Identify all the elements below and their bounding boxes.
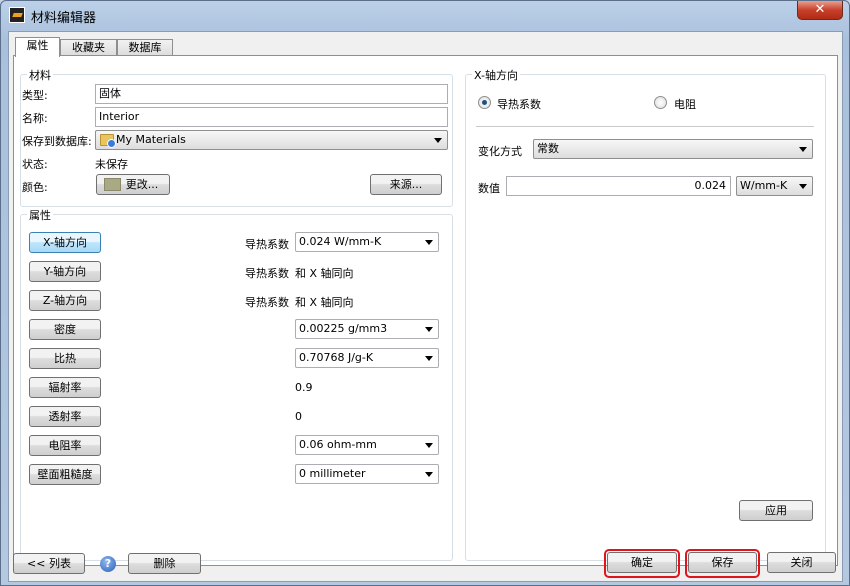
source-button[interactable]: 来源...: [370, 174, 442, 195]
properties-group-title: 属性: [27, 207, 53, 223]
conductivity-radio-label: 导热系数: [497, 98, 541, 111]
save-to-database-dropdown[interactable]: My Materials: [95, 130, 448, 150]
name-field[interactable]: Interior: [95, 107, 448, 127]
x-conductivity-dropdown[interactable]: 0.024 W/mm-K: [295, 232, 439, 252]
color-label: 颜色:: [22, 181, 48, 194]
window-close-button[interactable]: ✕: [797, 1, 843, 20]
density-button[interactable]: 密度: [29, 319, 101, 340]
database-folder-icon: [100, 134, 116, 148]
type-label: 类型:: [22, 89, 48, 102]
resistance-radio[interactable]: [654, 96, 667, 109]
change-color-label: 更改...: [125, 178, 159, 191]
type-field: 固体: [95, 84, 448, 104]
x-axis-button[interactable]: X-轴方向: [29, 232, 101, 253]
title-bar: 材料编辑器 ✕: [1, 1, 849, 29]
unit-dropdown[interactable]: W/mm-K: [736, 176, 813, 196]
specific-heat-value: 0.70768 J/g-K: [299, 351, 374, 364]
delete-button[interactable]: 删除: [128, 553, 201, 574]
density-value: 0.00225 g/mm3: [299, 322, 388, 335]
help-icon[interactable]: ?: [100, 556, 116, 572]
ok-button[interactable]: 确定: [607, 552, 677, 573]
conductivity-radio[interactable]: [478, 96, 491, 109]
variation-value: 常数: [537, 142, 559, 155]
chevron-down-icon: [425, 327, 433, 332]
resistance-radio-label: 电阻: [674, 98, 696, 111]
chevron-down-icon: [434, 138, 442, 143]
wall-roughness-dropdown[interactable]: 0 millimeter: [295, 464, 439, 484]
material-group-title: 材料: [27, 67, 53, 83]
z-conductivity-value: 和 X 轴同向: [295, 296, 354, 309]
wall-roughness-button[interactable]: 壁面粗糙度: [29, 464, 101, 485]
apply-button[interactable]: 应用: [739, 500, 813, 521]
x-conductivity-label: 导热系数: [245, 238, 289, 251]
value-label: 数值: [478, 182, 500, 195]
client-area: 属性 收藏夹 数据库 材料 类型: 固体 名称: Interior 保存到数据库…: [8, 31, 843, 582]
wall-roughness-value: 0 millimeter: [299, 467, 366, 480]
x-axis-group-title: X-轴方向: [472, 67, 520, 83]
chevron-down-icon: [425, 443, 433, 448]
resistivity-button[interactable]: 电阻率: [29, 435, 101, 456]
material-editor-window: 材料编辑器 ✕ 属性 收藏夹 数据库 材料 类型: 固体 名称: Interio…: [0, 0, 850, 586]
chevron-down-icon: [799, 147, 807, 152]
specific-heat-button[interactable]: 比热: [29, 348, 101, 369]
resistivity-value: 0.06 ohm-mm: [299, 438, 377, 451]
name-label: 名称:: [22, 112, 48, 125]
resistivity-dropdown[interactable]: 0.06 ohm-mm: [295, 435, 439, 455]
x-conductivity-value: 0.024 W/mm-K: [299, 235, 382, 248]
z-axis-button[interactable]: Z-轴方向: [29, 290, 101, 311]
color-swatch: [104, 178, 121, 191]
material-group: 材料 类型: 固体 名称: Interior 保存到数据库: My Materi…: [20, 67, 453, 207]
specific-heat-dropdown[interactable]: 0.70768 J/g-K: [295, 348, 439, 368]
app-icon: [9, 7, 25, 23]
close-button[interactable]: 关闭: [767, 552, 836, 573]
tab-database[interactable]: 数据库: [117, 39, 173, 56]
status-value: 未保存: [95, 158, 128, 171]
unit-value: W/mm-K: [740, 179, 788, 192]
save-to-label: 保存到数据库:: [22, 135, 92, 148]
y-axis-button[interactable]: Y-轴方向: [29, 261, 101, 282]
chevron-down-icon: [425, 472, 433, 477]
z-conductivity-label: 导热系数: [245, 296, 289, 309]
variation-label: 变化方式: [478, 145, 522, 158]
density-dropdown[interactable]: 0.00225 g/mm3: [295, 319, 439, 339]
window-title: 材料编辑器: [31, 11, 97, 26]
chevron-down-icon: [425, 240, 433, 245]
y-conductivity-label: 导热系数: [245, 267, 289, 280]
transmissivity-value: 0: [295, 410, 302, 423]
tab-properties[interactable]: 属性: [15, 37, 60, 57]
divider: [476, 126, 814, 127]
save-button[interactable]: 保存: [688, 552, 757, 573]
emissivity-button[interactable]: 辐射率: [29, 377, 101, 398]
chevron-down-icon: [425, 356, 433, 361]
x-axis-group: X-轴方向 导热系数 电阻 变化方式 常数 数值 0.024 W/mm-K 应用: [465, 67, 826, 561]
save-to-value: My Materials: [116, 133, 186, 146]
list-button[interactable]: << 列表: [13, 553, 85, 574]
properties-panel: 材料 类型: 固体 名称: Interior 保存到数据库: My Materi…: [13, 55, 838, 566]
transmissivity-button[interactable]: 透射率: [29, 406, 101, 427]
properties-group: 属性 X-轴方向 导热系数 0.024 W/mm-K Y-轴方向 导热系数 和 …: [20, 207, 453, 561]
tab-favorites[interactable]: 收藏夹: [60, 39, 117, 56]
emissivity-value: 0.9: [295, 381, 313, 394]
status-label: 状态:: [22, 158, 48, 171]
variation-dropdown[interactable]: 常数: [533, 139, 813, 159]
y-conductivity-value: 和 X 轴同向: [295, 267, 354, 280]
chevron-down-icon: [799, 184, 807, 189]
value-field[interactable]: 0.024: [506, 176, 731, 196]
change-color-button[interactable]: 更改...: [96, 174, 170, 195]
